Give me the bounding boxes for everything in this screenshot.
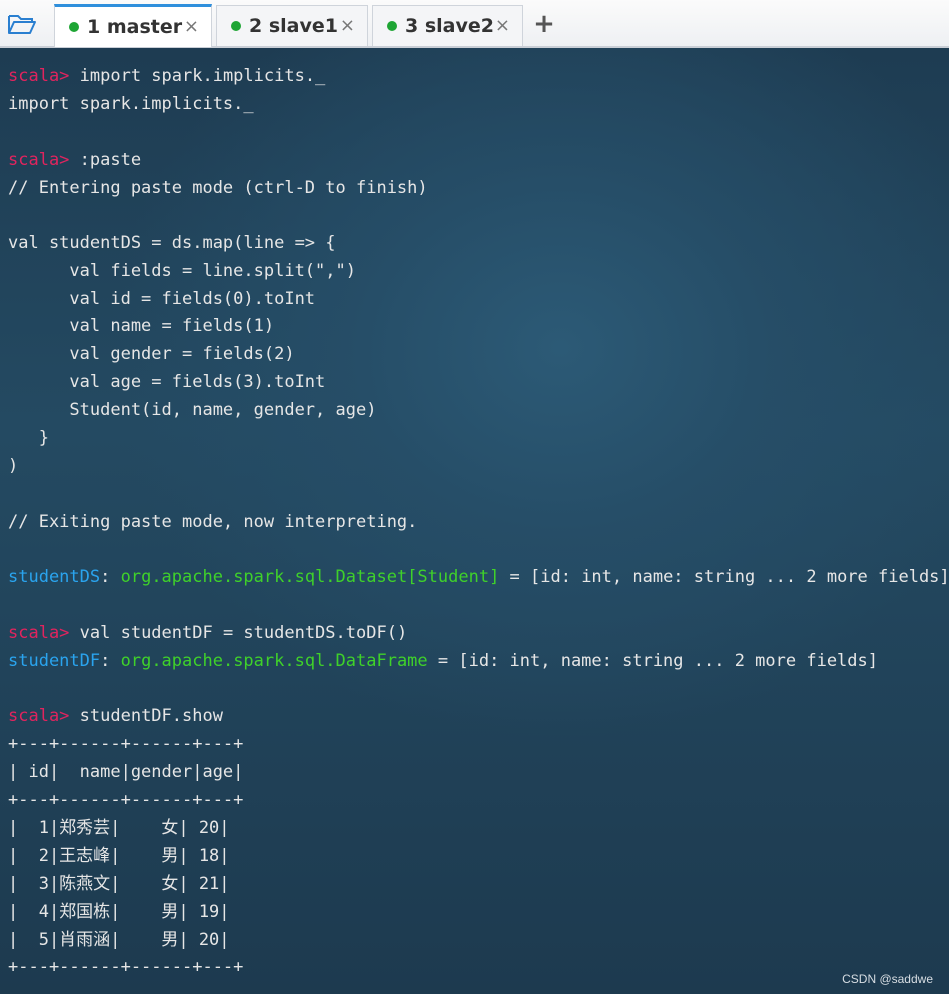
variable-name: studentDS xyxy=(8,567,101,587)
table-row: | 5|肖雨涵| 男| 20| xyxy=(8,930,230,950)
connected-dot-icon xyxy=(231,21,241,31)
tab-label: 2 slave1 xyxy=(249,15,338,37)
connected-dot-icon xyxy=(387,21,397,31)
terminal-line: val name = fields(1) xyxy=(8,316,275,336)
table-border: +---+------+------+---+ xyxy=(8,790,244,810)
table-row: | 4|郑国栋| 男| 19| xyxy=(8,902,230,922)
terminal-line: scala> import spark.implicits._ xyxy=(8,62,325,90)
table-row: | 2|王志峰| 男| 18| xyxy=(8,846,230,866)
add-tab-button[interactable]: + xyxy=(533,9,555,39)
terminal-line: scala> :paste xyxy=(8,146,141,174)
terminal-line: val id = fields(0).toInt xyxy=(8,289,316,309)
table-row: | 3|陈燕文| 女| 21| xyxy=(8,874,230,894)
result-text: = [id: int, name: string ... 2 more fiel… xyxy=(499,567,949,587)
variable-name: studentDF xyxy=(8,651,101,671)
close-icon[interactable]: × xyxy=(495,15,510,36)
terminal-line: val age = fields(3).toInt xyxy=(8,372,326,392)
table-border: +---+------+------+---+ xyxy=(8,957,244,977)
terminal-line: scala> studentDF.show xyxy=(8,702,223,730)
prompt: scala> xyxy=(8,623,70,643)
tab-slave2[interactable]: 3 slave2 × xyxy=(372,5,523,46)
separator: : xyxy=(100,567,121,587)
terminal-line: val gender = fields(2) xyxy=(8,344,295,364)
table-border: +---+------+------+---+ xyxy=(8,734,244,754)
prompt: scala> xyxy=(8,706,70,726)
close-icon[interactable]: × xyxy=(340,15,355,36)
command: import spark.implicits._ xyxy=(69,66,326,86)
prompt: scala> xyxy=(8,150,70,170)
terminal-line: val studentDS = ds.map(line => { xyxy=(8,233,336,253)
separator: : xyxy=(100,651,121,671)
result-text: = [id: int, name: string ... 2 more fiel… xyxy=(427,651,878,671)
terminal-line: // Entering paste mode (ctrl-D to finish… xyxy=(8,178,428,198)
tab-slave1[interactable]: 2 slave1 × xyxy=(216,5,368,46)
terminal-line: Student(id, name, gender, age) xyxy=(8,400,377,420)
terminal-line: studentDF: org.apache.spark.sql.DataFram… xyxy=(8,647,878,675)
table-header: | id| name|gender|age| xyxy=(8,762,244,782)
watermark: CSDN @saddwe xyxy=(842,972,933,986)
terminal-line: } xyxy=(8,428,49,448)
tab-label: 1 master xyxy=(87,16,183,38)
close-icon[interactable]: × xyxy=(184,16,199,37)
table-row: | 1|郑秀芸| 女| 20| xyxy=(8,818,230,838)
type-name: org.apache.spark.sql.DataFrame xyxy=(120,651,428,671)
tab-bar: 1 master × 2 slave1 × 3 slave2 × + xyxy=(0,0,949,48)
command: studentDF.show xyxy=(69,706,223,726)
tab-master[interactable]: 1 master × xyxy=(54,4,212,47)
terminal-output[interactable]: scala> import spark.implicits._ import s… xyxy=(0,48,949,994)
terminal-line: // Exiting paste mode, now interpreting. xyxy=(8,512,418,532)
terminal-line: ) xyxy=(8,456,19,476)
terminal-line: studentDS: org.apache.spark.sql.Dataset[… xyxy=(8,563,949,591)
command: :paste xyxy=(69,150,142,170)
terminal-line: val fields = line.split(",") xyxy=(8,261,356,281)
terminal-line: scala> val studentDF = studentDS.toDF() xyxy=(8,619,407,647)
tab-label: 3 slave2 xyxy=(405,15,494,37)
type-name: org.apache.spark.sql.Dataset[Student] xyxy=(120,567,500,587)
connected-dot-icon xyxy=(69,22,79,32)
prompt: scala> xyxy=(8,66,70,86)
folder-open-icon[interactable] xyxy=(6,10,38,38)
command: val studentDF = studentDS.toDF() xyxy=(69,623,408,643)
terminal-line: import spark.implicits._ xyxy=(8,94,254,114)
